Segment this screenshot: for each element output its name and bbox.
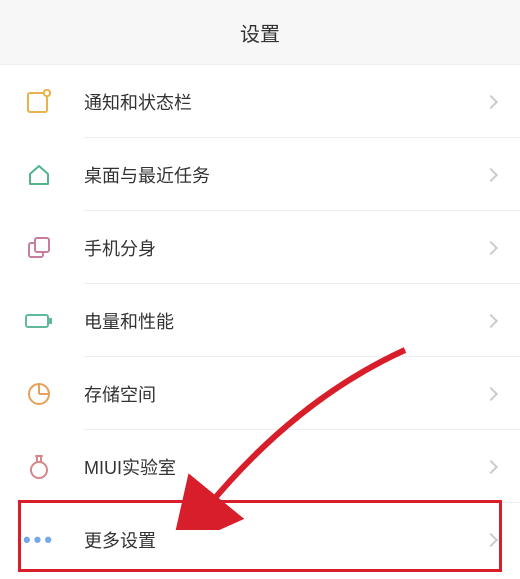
clone-icon <box>24 233 54 263</box>
row-second-space[interactable]: 手机分身 <box>0 211 520 284</box>
storage-icon <box>24 379 54 409</box>
row-label: 桌面与最近任务 <box>84 162 486 188</box>
row-label: 手机分身 <box>84 235 486 261</box>
row-more-settings[interactable]: ••• 更多设置 <box>0 503 520 576</box>
row-notifications[interactable]: 通知和状态栏 <box>0 65 520 138</box>
row-label: 电量和性能 <box>84 308 486 334</box>
battery-icon <box>24 306 54 336</box>
flask-icon <box>24 452 54 482</box>
row-label: MIUI实验室 <box>84 454 486 480</box>
more-icon: ••• <box>24 525 54 555</box>
chevron-right-icon <box>484 459 498 473</box>
row-label: 更多设置 <box>84 527 486 553</box>
row-storage[interactable]: 存储空间 <box>0 357 520 430</box>
chevron-right-icon <box>484 532 498 546</box>
row-miui-lab[interactable]: MIUI实验室 <box>0 430 520 503</box>
header: 设置 <box>0 0 520 65</box>
chevron-right-icon <box>484 240 498 254</box>
page-title: 设置 <box>240 18 280 47</box>
home-icon <box>24 160 54 190</box>
row-home-recents[interactable]: 桌面与最近任务 <box>0 138 520 211</box>
row-label: 通知和状态栏 <box>84 89 486 115</box>
settings-list: 通知和状态栏 桌面与最近任务 手机分身 <box>0 65 520 576</box>
row-label: 存储空间 <box>84 381 486 407</box>
chevron-right-icon <box>484 167 498 181</box>
chevron-right-icon <box>484 313 498 327</box>
badge-icon <box>24 87 54 117</box>
chevron-right-icon <box>484 94 498 108</box>
row-battery-perf[interactable]: 电量和性能 <box>0 284 520 357</box>
chevron-right-icon <box>484 386 498 400</box>
